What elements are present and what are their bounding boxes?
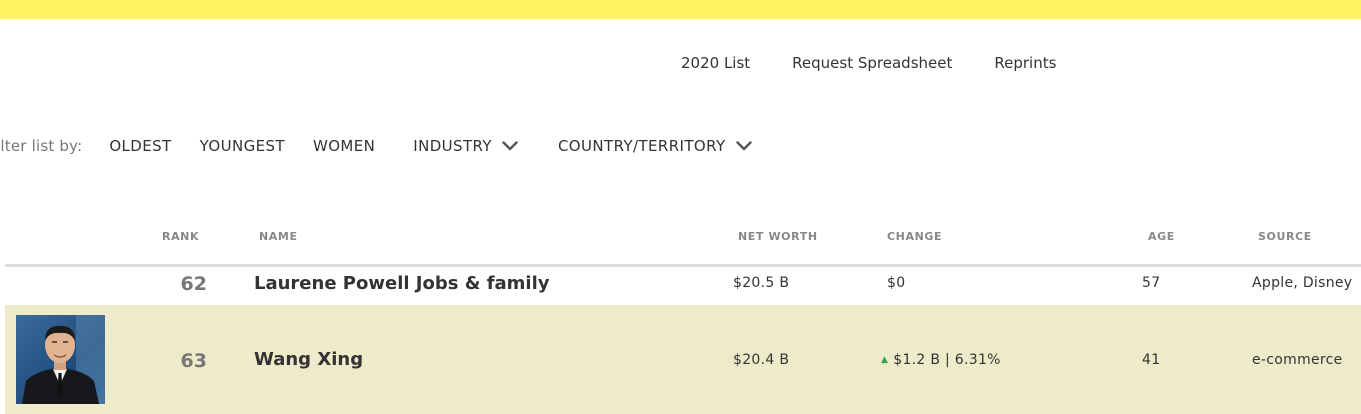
filter-youngest[interactable]: YOUNGEST <box>200 137 285 155</box>
filter-country-dropdown[interactable]: COUNTRY/TERRITORY <box>558 137 752 155</box>
chevron-down-icon <box>735 141 752 151</box>
row-rank: 62 <box>180 273 207 295</box>
nav-2020-list-link[interactable]: 2020 List <box>681 54 750 72</box>
filter-industry-label: INDUSTRY <box>413 137 492 155</box>
header-name[interactable]: NAME <box>259 230 298 243</box>
filter-label: ilter list by: <box>0 137 83 155</box>
header-rank[interactable]: RANK <box>162 230 199 243</box>
nav-reprints-link[interactable]: Reprints <box>994 54 1056 72</box>
row-source: e-commerce <box>1252 352 1343 368</box>
row-change: ▲ $1.2 B | 6.31% <box>881 352 1001 368</box>
row-change: $0 <box>887 275 906 291</box>
table-row[interactable]: 62 Laurene Powell Jobs & family $20.5 B … <box>5 267 1361 304</box>
row-net-worth: $20.5 B <box>733 275 790 291</box>
header-net-worth[interactable]: NET WORTH <box>738 230 818 243</box>
header-change[interactable]: CHANGE <box>887 230 942 243</box>
table-row[interactable]: 63 Wang Xing $20.4 B ▲ $1.2 B | 6.31% 41 … <box>5 305 1361 414</box>
filter-bar: ilter list by: OLDEST YOUNGEST WOMEN IND… <box>0 137 752 155</box>
row-age: 57 <box>1142 275 1161 291</box>
nav-request-spreadsheet-link[interactable]: Request Spreadsheet <box>792 54 952 72</box>
top-nav: 2020 List Request Spreadsheet Reprints <box>681 54 1098 72</box>
top-banner-bar <box>0 0 1361 19</box>
header-age[interactable]: AGE <box>1148 230 1175 243</box>
chevron-down-icon <box>502 141 518 151</box>
filter-women[interactable]: WOMEN <box>313 137 375 155</box>
table-header: RANK NAME NET WORTH CHANGE AGE SOURCE <box>0 230 1361 244</box>
row-change-value: $1.2 B | 6.31% <box>893 352 1001 368</box>
row-age: 41 <box>1142 352 1161 368</box>
triangle-up-icon: ▲ <box>881 355 889 365</box>
filter-oldest[interactable]: OLDEST <box>109 137 171 155</box>
filter-country-label: COUNTRY/TERRITORY <box>557 137 726 155</box>
row-name[interactable]: Wang Xing <box>254 349 363 370</box>
row-net-worth: $20.4 B <box>733 352 790 368</box>
row-source: Apple, Disney <box>1252 275 1353 291</box>
header-source[interactable]: SOURCE <box>1258 230 1312 243</box>
row-rank: 63 <box>180 350 207 372</box>
row-name[interactable]: Laurene Powell Jobs & family <box>254 273 550 294</box>
filter-industry-dropdown[interactable]: INDUSTRY <box>413 137 518 155</box>
avatar <box>16 315 105 404</box>
